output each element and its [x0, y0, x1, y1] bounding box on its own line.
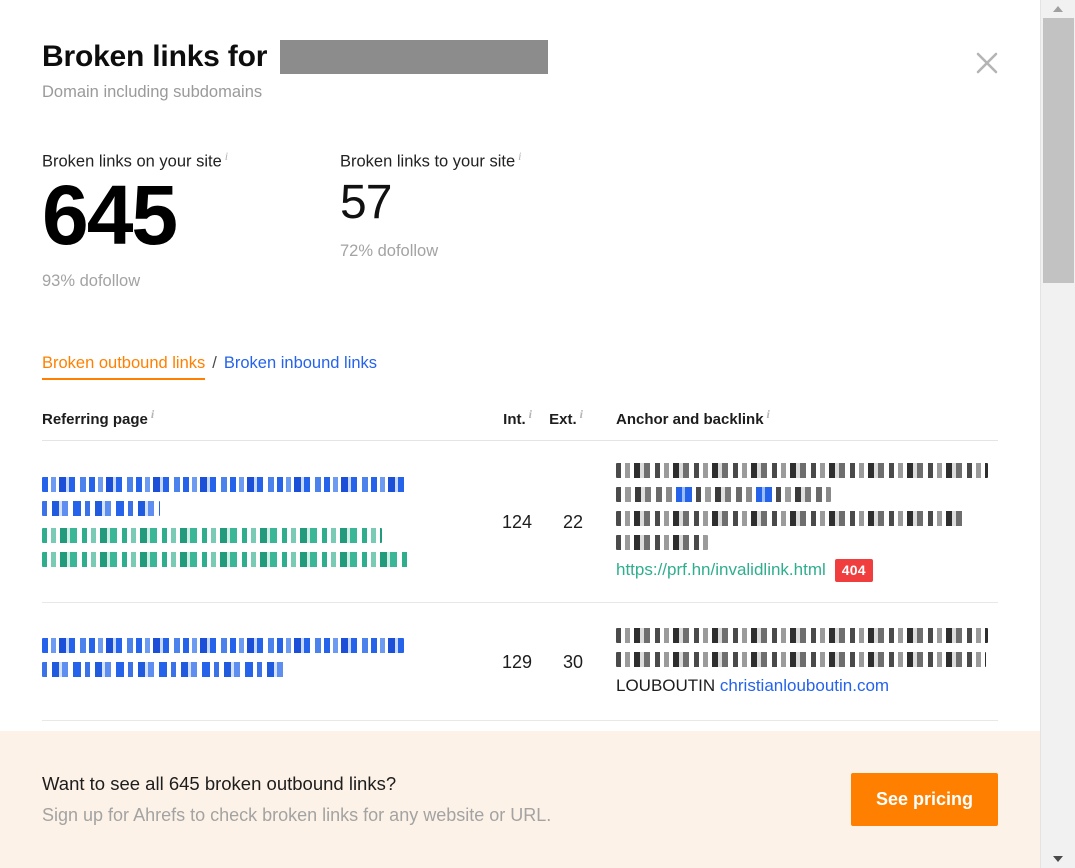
chevron-down-icon	[1053, 856, 1063, 862]
broken-link-row: https://prf.hn/invalidlink.html 404	[616, 558, 998, 582]
anchor-text: LOUBOUTIN	[616, 676, 716, 696]
table-row: 129 30 LOUBOUTIN christianlouboutin.com	[42, 603, 998, 721]
info-icon[interactable]: i	[151, 407, 154, 421]
cell-internal-count: 129	[501, 651, 532, 672]
vertical-scrollbar[interactable]	[1040, 0, 1075, 868]
page-header: Broken links for Domain including subdom…	[0, 0, 1040, 102]
cell-referring-page[interactable]	[42, 638, 482, 686]
table-row: 124 22 https://prf.hn/invalidlink.html 40…	[42, 441, 998, 603]
cell-referring-page[interactable]	[42, 477, 482, 568]
tab-bar: Broken outbound links / Broken inbound l…	[0, 354, 1040, 380]
redacted-domain-block	[280, 40, 549, 74]
see-pricing-button[interactable]: See pricing	[850, 773, 998, 826]
scroll-up-button[interactable]	[1041, 0, 1075, 18]
info-icon[interactable]: i	[580, 407, 583, 421]
cell-external-count: 22	[562, 511, 583, 532]
redacted-anchor-line	[616, 486, 831, 502]
backlink-url[interactable]: christianlouboutin.com	[720, 676, 889, 695]
header-internal[interactable]: Int. i	[482, 407, 532, 428]
stat-label-text: Broken links to your site	[340, 152, 516, 171]
redacted-anchor-line	[616, 628, 988, 644]
stat-dofollow: 72% dofollow	[340, 241, 439, 260]
broken-url-link[interactable]: https://prf.hn/invalidlink.html	[616, 560, 826, 580]
stat-label: Broken links to your site i	[340, 149, 522, 172]
title-row: Broken links for	[42, 40, 998, 74]
table-header-row: Referring page i Int. i Ext. i Anchor and b…	[42, 396, 998, 441]
header-label: Int.	[503, 410, 526, 428]
page-title: Broken links for	[42, 40, 268, 73]
broken-links-report-page: Broken links for Domain including subdom…	[0, 0, 1075, 868]
info-icon[interactable]: i	[225, 149, 228, 163]
cell-anchor-and-backlink: https://prf.hn/invalidlink.html 404	[588, 462, 998, 582]
scrollbar-thumb[interactable]	[1043, 18, 1074, 283]
broken-links-table: Referring page i Int. i Ext. i Anchor and b…	[0, 396, 1040, 721]
close-icon	[976, 52, 998, 74]
header-anchor-and-backlink[interactable]: Anchor and backlink i	[588, 407, 998, 428]
tab-broken-inbound-links[interactable]: Broken inbound links	[224, 354, 377, 373]
stats-row: Broken links on your site i 645 93% dofol…	[0, 149, 1040, 291]
scroll-down-button[interactable]	[1041, 850, 1075, 868]
redacted-url-line	[42, 552, 410, 568]
signup-banner: Want to see all 645 broken outbound link…	[0, 731, 1040, 868]
header-referring-page[interactable]: Referring page i	[42, 407, 482, 428]
stat-value: 57	[340, 175, 392, 229]
close-button[interactable]	[970, 46, 1004, 80]
chevron-up-icon	[1053, 6, 1063, 12]
redacted-link-line	[42, 638, 404, 654]
status-badge: 404	[834, 558, 873, 582]
redacted-link-line	[42, 501, 160, 517]
header-external[interactable]: Ext. i	[532, 407, 588, 428]
stat-broken-links-to-site: Broken links to your site i 57 72% dofoll…	[340, 149, 522, 291]
redacted-link-line	[42, 662, 287, 678]
banner-text: Want to see all 645 broken outbound link…	[42, 773, 851, 826]
redacted-anchor-line	[616, 534, 708, 550]
redacted-url-line	[42, 528, 382, 544]
redacted-anchor-line	[616, 510, 966, 526]
stat-broken-links-on-site: Broken links on your site i 645 93% dofol…	[42, 149, 340, 291]
report-content: Broken links for Domain including subdom…	[0, 0, 1040, 868]
header-label: Referring page	[42, 410, 148, 428]
banner-subtitle: Sign up for Ahrefs to check broken links…	[42, 805, 552, 825]
header-label: Ext.	[549, 410, 577, 428]
cell-external-count: 30	[562, 651, 583, 672]
stat-dofollow: 93% dofollow	[42, 271, 141, 290]
redacted-link-line	[42, 477, 408, 493]
page-subtitle: Domain including subdomains	[42, 83, 263, 101]
anchor-row: LOUBOUTIN christianlouboutin.com	[616, 676, 998, 696]
info-icon[interactable]: i	[767, 407, 770, 421]
tab-separator: /	[212, 353, 217, 372]
redacted-anchor-line	[616, 462, 988, 478]
cell-internal-count: 124	[501, 511, 532, 532]
cell-anchor-and-backlink: LOUBOUTIN christianlouboutin.com	[588, 628, 998, 696]
tab-broken-outbound-links[interactable]: Broken outbound links	[42, 354, 206, 380]
header-label: Anchor and backlink	[616, 410, 764, 428]
info-icon[interactable]: i	[518, 149, 521, 163]
banner-title: Want to see all 645 broken outbound link…	[42, 773, 397, 794]
stat-value: 645	[42, 167, 178, 262]
redacted-anchor-line	[616, 652, 986, 668]
